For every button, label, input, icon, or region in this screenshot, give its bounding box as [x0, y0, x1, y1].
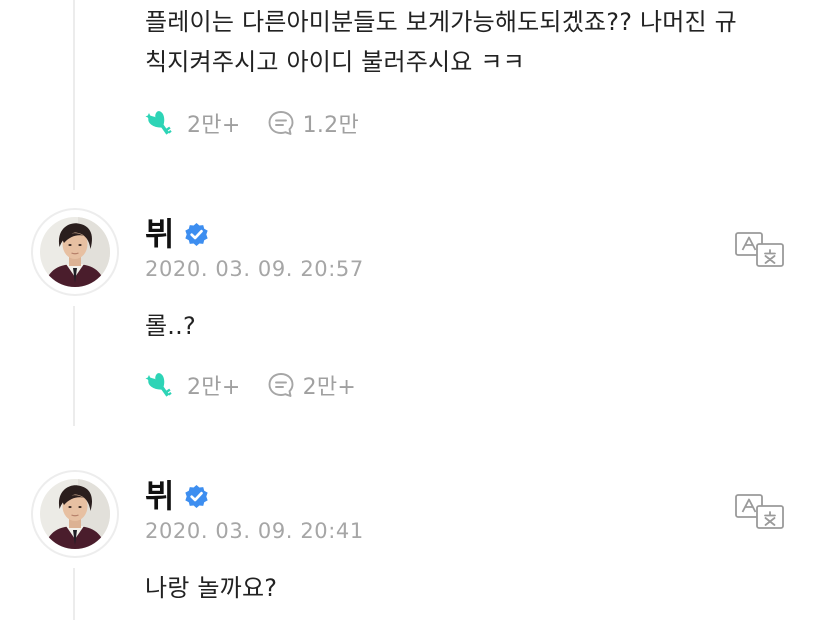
reply-count: 1.2만: [302, 113, 360, 138]
comment-text: 플레이는 다른아미분들도 보게가능해도되겠죠?? 나머진 규 칙지켜주시고 아이…: [145, 8, 737, 76]
like-count: 2만+: [187, 113, 241, 138]
translate-button[interactable]: [735, 232, 785, 268]
reply-button[interactable]: 2만+: [267, 369, 357, 401]
timestamp: 2020. 03. 09. 20:57: [145, 257, 364, 281]
speech-bubble-icon: [267, 109, 295, 137]
reaction-bar: 2만+ 1.2만: [145, 108, 385, 138]
reply-count: 2만+: [302, 375, 357, 400]
heart-key-icon: [145, 108, 179, 138]
comment-text: 나랑 놀까요?: [145, 574, 278, 602]
comment-text: 롤..?: [145, 312, 196, 340]
reply-button[interactable]: 1.2만: [267, 107, 359, 139]
translate-button[interactable]: [735, 494, 785, 530]
thread-line: [73, 306, 75, 426]
author-row: 뷔: [145, 214, 209, 254]
profile-photo: [40, 479, 110, 549]
like-button[interactable]: 2만+: [145, 107, 241, 139]
avatar[interactable]: [31, 470, 119, 558]
author-name[interactable]: 뷔: [145, 476, 174, 516]
author-name[interactable]: 뷔: [145, 214, 174, 254]
author-row: 뷔: [145, 476, 209, 516]
speech-bubble-icon: [267, 371, 295, 399]
profile-photo: [40, 217, 110, 287]
like-button[interactable]: 2만+: [145, 369, 241, 401]
verified-badge-icon: [184, 222, 209, 247]
like-count: 2만+: [187, 375, 241, 400]
reaction-bar: 2만+ 2만+: [145, 370, 382, 400]
thread-line: [73, 0, 75, 190]
avatar[interactable]: [31, 208, 119, 296]
thread-line: [73, 568, 75, 620]
translate-icon: [735, 232, 785, 268]
verified-badge-icon: [184, 484, 209, 509]
heart-key-icon: [145, 370, 179, 400]
translate-icon: [735, 494, 785, 530]
timestamp: 2020. 03. 09. 20:41: [145, 519, 364, 543]
